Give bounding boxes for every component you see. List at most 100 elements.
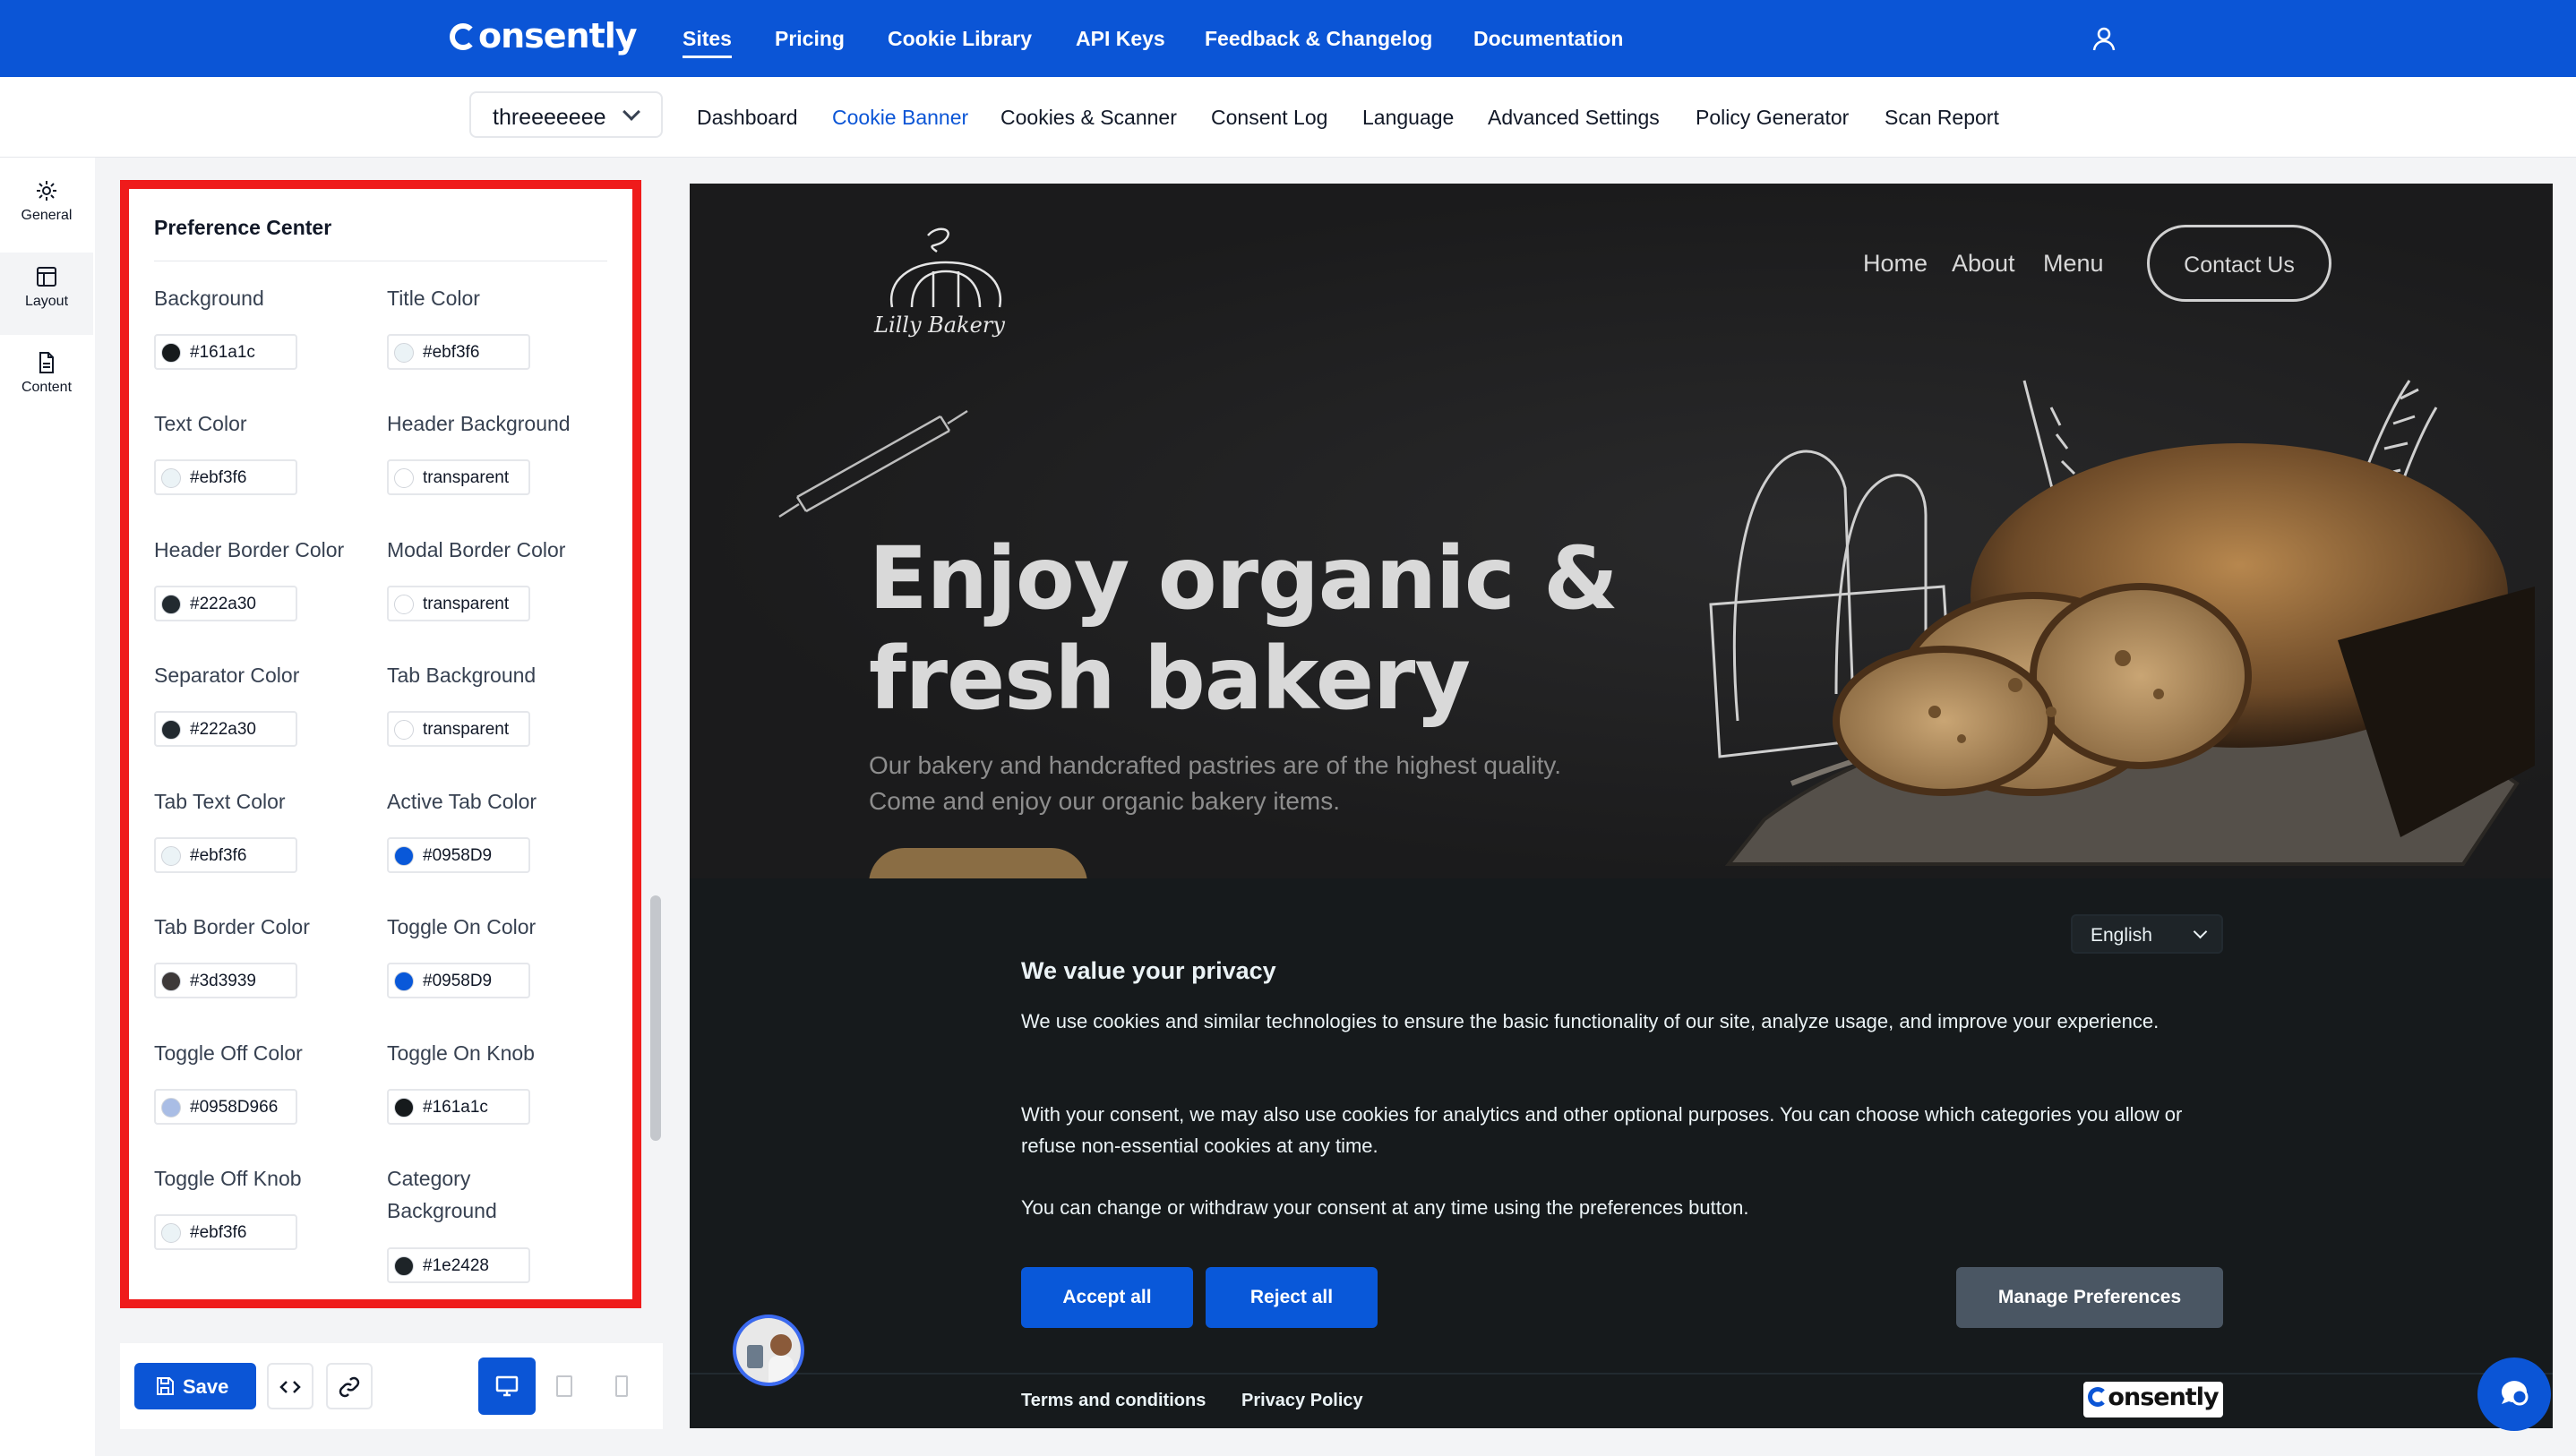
field-label: Toggle Off Knob (154, 1167, 302, 1190)
nav-pricing[interactable]: Pricing (775, 27, 845, 51)
color-input[interactable]: #1e2428 (387, 1247, 530, 1283)
color-value: #ebf3f6 (423, 343, 480, 362)
nav-sites[interactable]: Sites (683, 27, 732, 58)
language-selector[interactable]: English (2071, 914, 2223, 954)
color-swatch[interactable] (161, 720, 181, 740)
subnav-dashboard[interactable]: Dashboard (697, 106, 798, 130)
consently-logo[interactable]: onsently (450, 16, 638, 56)
color-input[interactable]: transparent (387, 586, 530, 621)
user-icon[interactable] (2091, 25, 2117, 52)
embed-code-button[interactable] (267, 1363, 313, 1409)
bread-illustration (1709, 380, 2535, 866)
site-contact-button[interactable]: Contact Us (2147, 225, 2331, 302)
color-swatch[interactable] (161, 972, 181, 991)
reject-all-button[interactable]: Reject all (1206, 1267, 1378, 1328)
color-swatch[interactable] (161, 846, 181, 866)
language-selector-value: English (2091, 925, 2152, 946)
field-label: Header Background (387, 412, 571, 435)
subnav-scan-report[interactable]: Scan Report (1885, 106, 1999, 130)
color-input[interactable]: #0958D966 (154, 1089, 297, 1125)
manage-preferences-button[interactable]: Manage Preferences (1956, 1267, 2223, 1328)
color-value: #161a1c (423, 1098, 488, 1117)
field-label: Text Color (154, 412, 247, 435)
share-link-button[interactable] (326, 1363, 373, 1409)
nav-api-keys[interactable]: API Keys (1076, 27, 1165, 51)
color-swatch[interactable] (394, 720, 414, 740)
field-label: Title Color (387, 287, 480, 310)
privacy-policy-link[interactable]: Privacy Policy (1241, 1391, 1363, 1411)
color-value: #0958D966 (190, 1098, 279, 1117)
color-input[interactable]: #161a1c (154, 334, 297, 370)
nav-cookie-library[interactable]: Cookie Library (888, 27, 1032, 51)
subnav-language[interactable]: Language (1362, 106, 1454, 130)
rail-label-general: General (21, 208, 73, 223)
color-swatch[interactable] (394, 1256, 414, 1276)
rail-item-layout[interactable]: Layout (0, 253, 93, 335)
color-input[interactable]: #ebf3f6 (387, 334, 530, 370)
field-label: Header Border Color (154, 538, 345, 561)
panel-scrollbar-thumb[interactable] (650, 895, 661, 1141)
color-swatch[interactable] (161, 468, 181, 488)
mobile-preview-button[interactable] (593, 1358, 650, 1415)
color-swatch[interactable] (161, 595, 181, 614)
subnav-cookie-banner[interactable]: Cookie Banner (832, 106, 968, 130)
desktop-preview-button[interactable] (478, 1358, 536, 1415)
subnav-cookies-scanner[interactable]: Cookies & Scanner (1000, 106, 1177, 130)
rolling-pin-illustration (778, 409, 968, 518)
field-label: Category Background (387, 1167, 497, 1222)
field-label: Toggle On Color (387, 915, 537, 938)
color-swatch[interactable] (394, 972, 414, 991)
color-swatch[interactable] (161, 343, 181, 363)
banner-divider (690, 1373, 2553, 1375)
subnav-policy-generator[interactable]: Policy Generator (1696, 106, 1849, 130)
save-button[interactable]: Save (134, 1363, 256, 1409)
tablet-preview-button[interactable] (536, 1358, 593, 1415)
color-swatch[interactable] (161, 1098, 181, 1118)
save-button-label: Save (183, 1375, 229, 1398)
site-nav-about[interactable]: About (1952, 250, 2015, 278)
color-input[interactable]: transparent (387, 459, 530, 495)
color-value: transparent (423, 468, 510, 487)
color-input[interactable]: #3d3939 (154, 963, 297, 998)
color-input[interactable]: #ebf3f6 (154, 459, 297, 495)
preview-hero: Lilly Bakery Home About Menu Contact Us … (690, 184, 2553, 920)
color-input[interactable]: #0958D9 (387, 963, 530, 998)
subnav-advanced-settings[interactable]: Advanced Settings (1488, 106, 1660, 130)
site-nav-home[interactable]: Home (1863, 250, 1928, 278)
color-input[interactable]: #0958D9 (387, 837, 530, 873)
color-swatch[interactable] (394, 846, 414, 866)
chevron-down-icon (623, 103, 640, 121)
field-label: Active Tab Color (387, 790, 537, 813)
chat-support-button[interactable] (2477, 1358, 2551, 1431)
rail-item-general[interactable]: General (0, 167, 93, 249)
color-value: transparent (423, 720, 510, 739)
site-selector[interactable]: threeeeeee (469, 91, 663, 138)
nav-documentation[interactable]: Documentation (1473, 27, 1623, 51)
color-swatch[interactable] (394, 1098, 414, 1118)
color-input[interactable]: #ebf3f6 (154, 1214, 297, 1250)
color-input[interactable]: #222a30 (154, 711, 297, 747)
color-value: #ebf3f6 (190, 468, 247, 487)
color-value: #1e2428 (423, 1256, 489, 1275)
subnav-consent-log[interactable]: Consent Log (1211, 106, 1327, 130)
color-swatch[interactable] (394, 595, 414, 614)
settings-rail: General Layout Content (0, 158, 95, 1456)
rail-item-content[interactable]: Content (0, 338, 93, 421)
color-input[interactable]: #ebf3f6 (154, 837, 297, 873)
color-input[interactable]: #222a30 (154, 586, 297, 621)
color-input[interactable]: transparent (387, 711, 530, 747)
avatar[interactable] (733, 1315, 804, 1386)
field-label: Toggle Off Color (154, 1041, 303, 1065)
panel-scrollbar-track[interactable] (647, 180, 663, 1317)
accept-all-button[interactable]: Accept all (1021, 1267, 1193, 1328)
terms-link[interactable]: Terms and conditions (1021, 1391, 1206, 1411)
color-swatch[interactable] (161, 1223, 181, 1243)
color-input[interactable]: #161a1c (387, 1089, 530, 1125)
field-label: Modal Border Color (387, 538, 566, 561)
color-swatch[interactable] (394, 343, 414, 363)
consently-badge[interactable]: onsently (2083, 1382, 2223, 1417)
color-swatch[interactable] (394, 468, 414, 488)
save-icon (157, 1377, 174, 1395)
nav-feedback-changelog[interactable]: Feedback & Changelog (1205, 27, 1432, 51)
site-nav-menu[interactable]: Menu (2043, 250, 2104, 278)
